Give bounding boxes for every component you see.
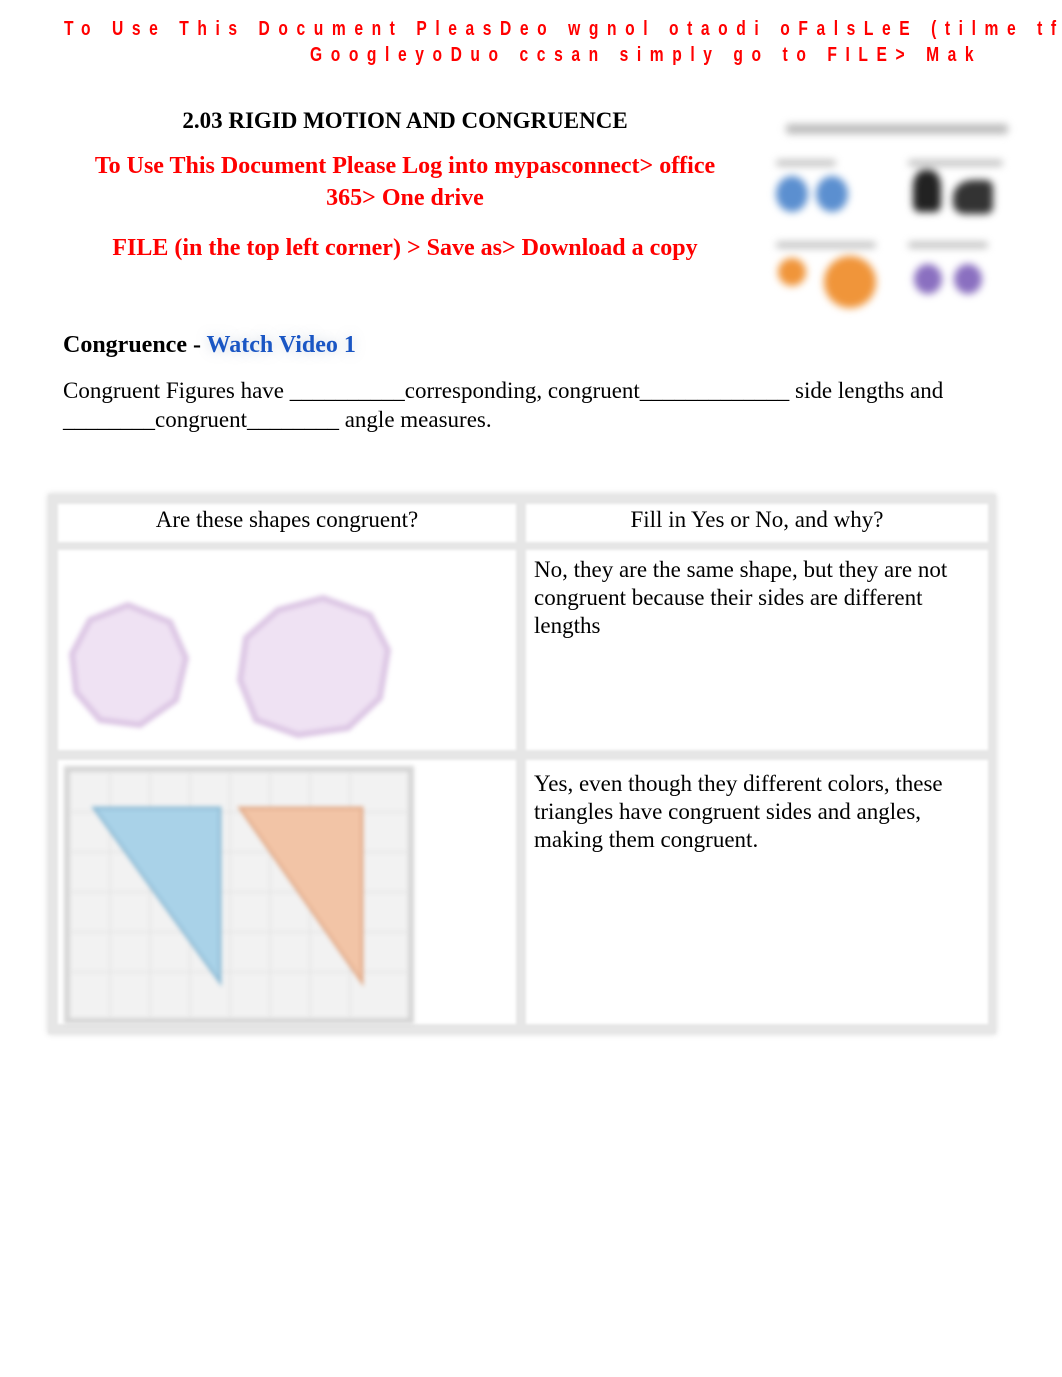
blue-shape [776, 176, 808, 212]
row1-answer[interactable]: No, they are the same shape, but they ar… [526, 550, 988, 640]
column-header-shapes: Are these shapes congruent? [155, 507, 419, 532]
purple-shape [954, 264, 982, 294]
thumbnail-label [908, 160, 1003, 166]
watermark-banner-line2: GoogleyoDuo ccsan simply go to FILE> Mak [310, 44, 983, 66]
table-text-layer: Are these shapes congruent? Fill in Yes … [48, 494, 996, 1034]
instructions-download: FILE (in the top left corner) > Save as>… [112, 235, 698, 261]
orange-small-circle [778, 258, 806, 286]
thumbnail-label [908, 242, 988, 248]
row2-answer[interactable]: Yes, even though they different colors, … [526, 764, 988, 854]
instructions-login: To Use This Document Please Log into myp… [60, 150, 750, 214]
column-header-answer: Fill in Yes or No, and why? [630, 507, 884, 532]
instructions-line-2: 365> One drive [326, 185, 484, 211]
instructions-line-1: To Use This Document Please Log into myp… [94, 153, 716, 179]
black-shape [913, 170, 941, 212]
orange-large-circle [824, 256, 876, 308]
congruent-examples-thumbnail [768, 118, 1018, 308]
black-shape [953, 180, 993, 214]
thumbnail-label [776, 160, 836, 166]
watermark-banner-line1: To Use This Document PleasDeo wgnol otao… [64, 18, 1062, 40]
section-heading-text: Congruence - [63, 332, 207, 358]
thumbnail-label [776, 242, 876, 248]
blue-shape [816, 176, 848, 212]
watch-video-link[interactable]: Watch Video 1 [207, 332, 356, 358]
paragraph-line-2[interactable]: ________congruent________ angle measures… [63, 405, 1013, 434]
thumbnail-caption [786, 124, 1008, 134]
purple-shape [914, 264, 942, 294]
page-title: 2.03 RIGID MOTION AND CONGRUENCE [182, 108, 628, 133]
section-heading: Congruence - Watch Video 1 [63, 332, 356, 359]
fill-in-paragraph: Congruent Figures have __________corresp… [63, 376, 1013, 434]
paragraph-line-1[interactable]: Congruent Figures have __________corresp… [63, 376, 1013, 405]
